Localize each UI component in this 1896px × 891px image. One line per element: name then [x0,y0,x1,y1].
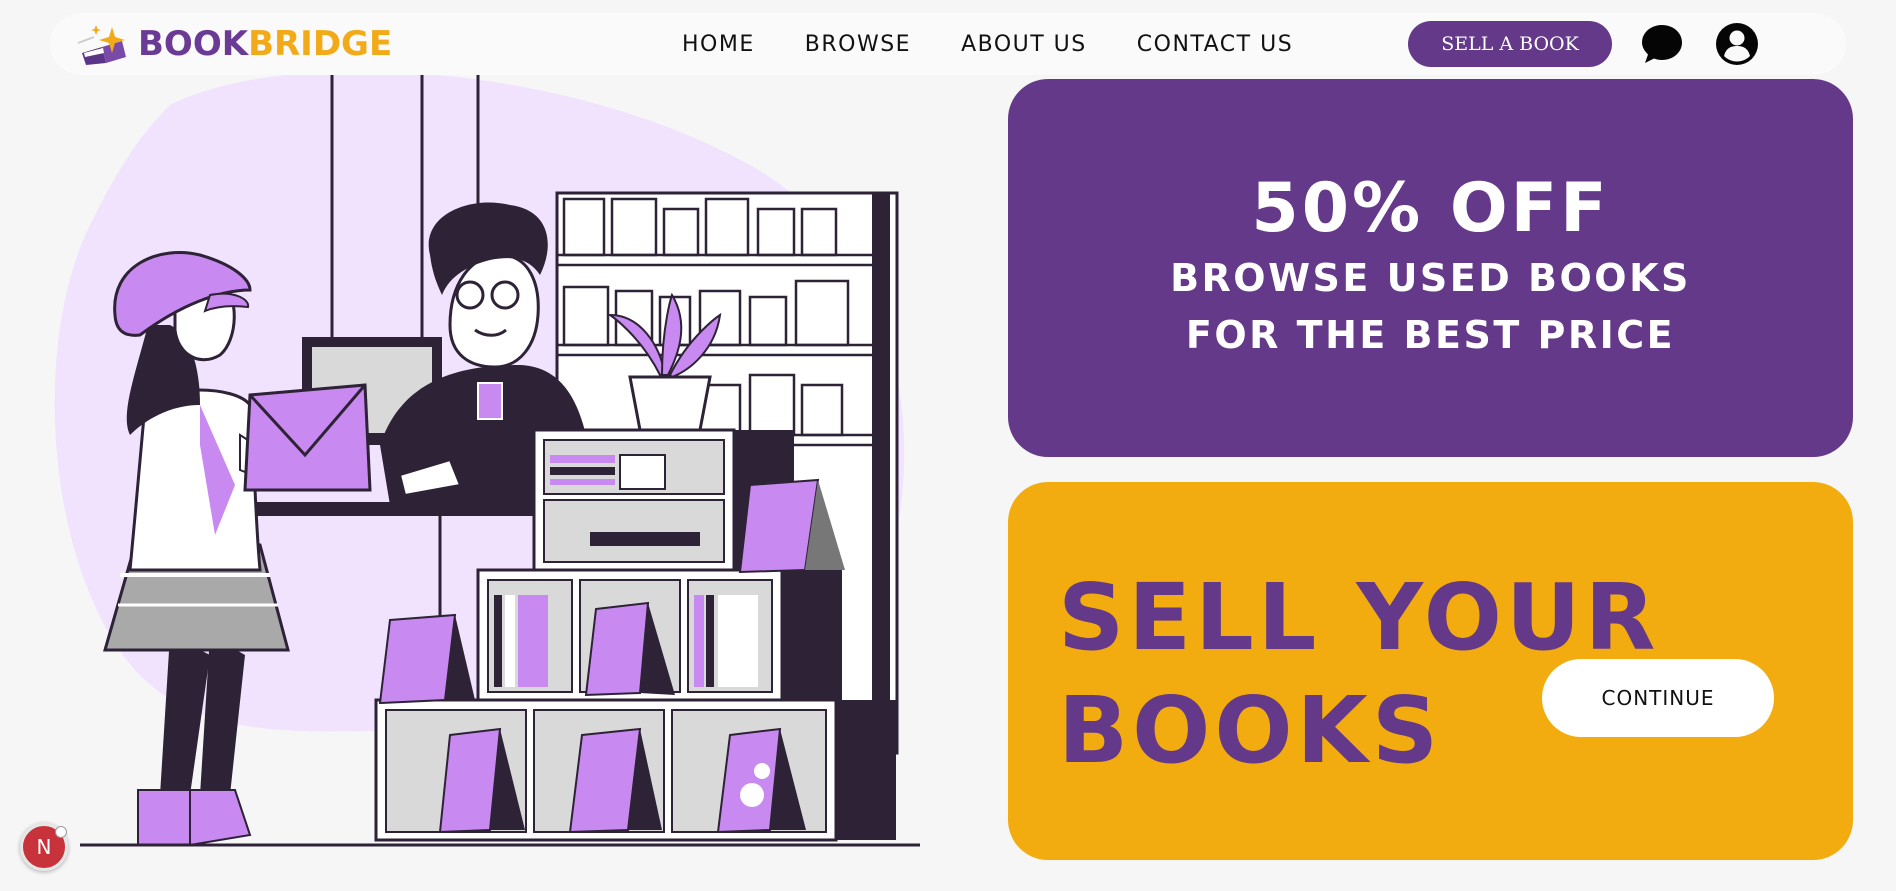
navbar: BOOKBRIDGE HOME BROWSE ABOUT US CONTACT … [50,13,1846,75]
promo-card[interactable]: 50% OFF BROWSE USED BOOKS FOR THE BEST P… [1008,79,1853,457]
promo-subline-1: BROWSE USED BOOKS [1170,256,1691,300]
nav-link-browse[interactable]: BROWSE [805,32,911,57]
nav-link-about-us[interactable]: ABOUT US [961,32,1087,57]
brand-name-part2: BRIDGE [248,24,393,64]
continue-button[interactable]: CONTINUE [1542,659,1774,737]
user-account-icon[interactable] [1715,22,1759,66]
bookstore-customer-illustration [54,75,920,847]
promo-headline: 50% OFF [1251,169,1610,248]
brand-name-part1: BOOK [138,24,249,64]
sell-a-book-button[interactable]: SELL A BOOK [1408,21,1612,67]
sell-headline-line-1: SELL YOUR [1058,564,1660,671]
nav-link-contact-us[interactable]: CONTACT US [1137,32,1293,57]
nav-link-home[interactable]: HOME [682,32,755,57]
chat-bubble-icon[interactable] [1640,22,1684,66]
promo-subline-2: FOR THE BEST PRICE [1185,313,1676,357]
nav-links: HOME BROWSE ABOUT US CONTACT US [682,13,1293,75]
brand-name: BOOKBRIDGE [138,27,392,61]
brand-logo[interactable]: BOOKBRIDGE [76,21,392,67]
book-star-logo-icon [77,25,126,65]
sell-books-card: SELL YOUR BOOKS CONTINUE [1008,482,1853,860]
sell-headline-line-2: BOOKS [1058,677,1443,784]
dev-tools-status-dot [55,826,67,838]
